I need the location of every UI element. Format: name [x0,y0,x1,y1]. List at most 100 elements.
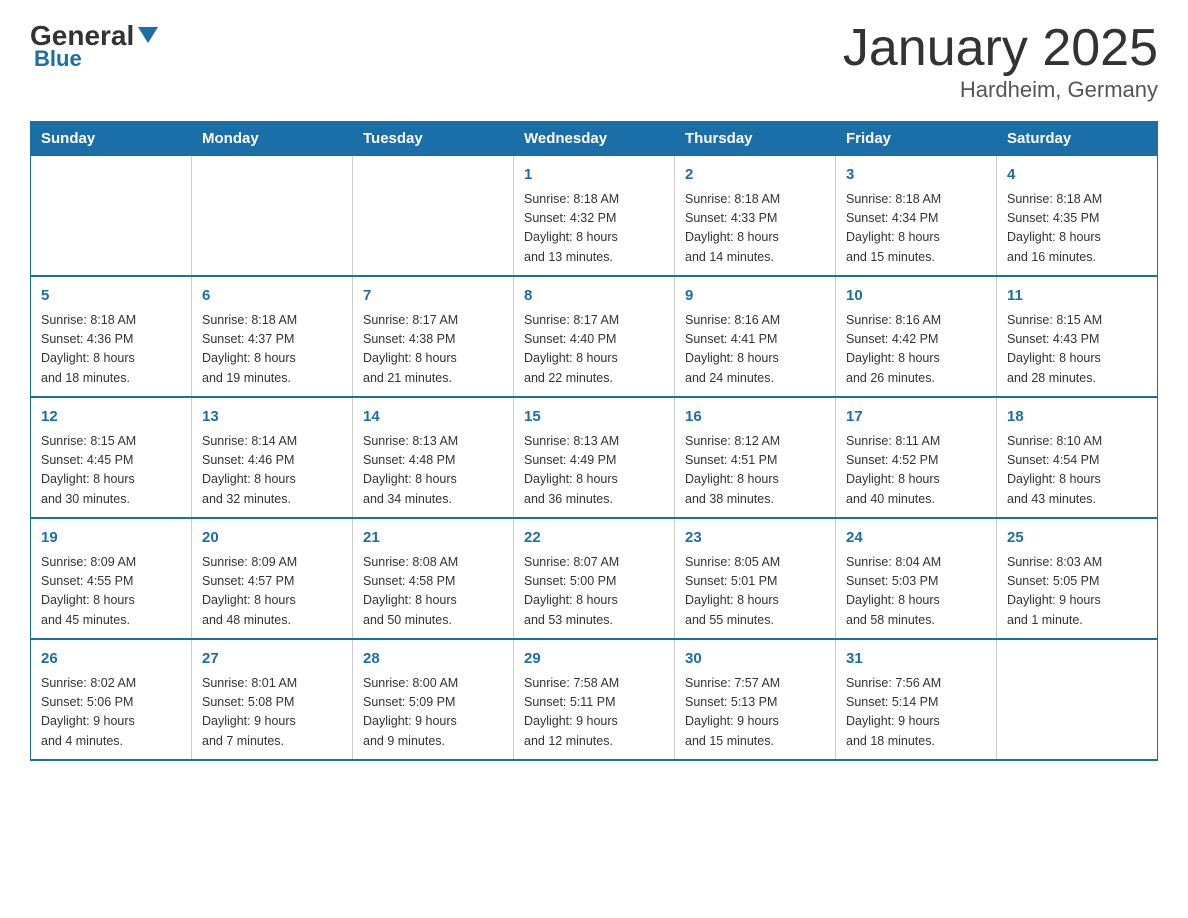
subtitle: Hardheim, Germany [843,77,1158,103]
calendar-cell: 6 Sunrise: 8:18 AM Sunset: 4:37 PM Daylig… [192,276,353,397]
col-header-sunday: Sunday [31,122,192,156]
day-number: 31 [846,648,986,671]
day-number: 5 [41,285,181,308]
calendar-cell: 4 Sunrise: 8:18 AM Sunset: 4:35 PM Daylig… [997,156,1158,277]
day-number: 8 [524,285,664,308]
calendar-cell [353,156,514,277]
calendar-cell: 7 Sunrise: 8:17 AM Sunset: 4:38 PM Daylig… [353,276,514,397]
calendar-cell: 2 Sunrise: 8:18 AM Sunset: 4:33 PM Daylig… [675,156,836,277]
day-number: 27 [202,648,342,671]
day-info: Sunrise: 8:05 AM Sunset: 5:01 PM Dayligh… [685,553,825,631]
day-info: Sunrise: 8:16 AM Sunset: 4:41 PM Dayligh… [685,311,825,389]
calendar-cell: 24 Sunrise: 8:04 AM Sunset: 5:03 PM Dayli… [836,518,997,639]
day-info: Sunrise: 8:13 AM Sunset: 4:48 PM Dayligh… [363,432,503,510]
day-info: Sunrise: 8:13 AM Sunset: 4:49 PM Dayligh… [524,432,664,510]
day-number: 3 [846,164,986,187]
day-info: Sunrise: 8:12 AM Sunset: 4:51 PM Dayligh… [685,432,825,510]
day-info: Sunrise: 8:18 AM Sunset: 4:32 PM Dayligh… [524,190,664,268]
day-info: Sunrise: 8:03 AM Sunset: 5:05 PM Dayligh… [1007,553,1147,631]
calendar-cell [31,156,192,277]
col-header-thursday: Thursday [675,122,836,156]
day-number: 23 [685,527,825,550]
day-info: Sunrise: 8:17 AM Sunset: 4:40 PM Dayligh… [524,311,664,389]
day-number: 17 [846,406,986,429]
calendar-cell: 16 Sunrise: 8:12 AM Sunset: 4:51 PM Dayli… [675,397,836,518]
calendar-cell: 28 Sunrise: 8:00 AM Sunset: 5:09 PM Dayli… [353,639,514,760]
calendar-cell: 20 Sunrise: 8:09 AM Sunset: 4:57 PM Dayli… [192,518,353,639]
day-number: 15 [524,406,664,429]
week-row-4: 19Sunrise: 8:09 AM Sunset: 4:55 PM Dayli… [31,518,1158,639]
day-number: 19 [41,527,181,550]
week-row-5: 26 Sunrise: 8:02 AM Sunset: 5:06 PM Dayli… [31,639,1158,760]
main-title: January 2025 [843,20,1158,77]
calendar-cell: 29Sunrise: 7:58 AM Sunset: 5:11 PM Dayli… [514,639,675,760]
day-number: 1 [524,164,664,187]
col-header-wednesday: Wednesday [514,122,675,156]
day-info: Sunrise: 8:18 AM Sunset: 4:33 PM Dayligh… [685,190,825,268]
calendar-cell: 9 Sunrise: 8:16 AM Sunset: 4:41 PM Daylig… [675,276,836,397]
calendar-cell: 23 Sunrise: 8:05 AM Sunset: 5:01 PM Dayli… [675,518,836,639]
calendar-cell: 19Sunrise: 8:09 AM Sunset: 4:55 PM Dayli… [31,518,192,639]
day-number: 10 [846,285,986,308]
day-number: 4 [1007,164,1147,187]
day-number: 21 [363,527,503,550]
day-info: Sunrise: 8:14 AM Sunset: 4:46 PM Dayligh… [202,432,342,510]
day-info: Sunrise: 8:09 AM Sunset: 4:57 PM Dayligh… [202,553,342,631]
logo-blue-text: Blue [34,46,82,72]
day-number: 29 [524,648,664,671]
day-info: Sunrise: 8:18 AM Sunset: 4:34 PM Dayligh… [846,190,986,268]
day-info: Sunrise: 8:18 AM Sunset: 4:35 PM Dayligh… [1007,190,1147,268]
day-number: 13 [202,406,342,429]
day-number: 22 [524,527,664,550]
col-header-saturday: Saturday [997,122,1158,156]
calendar-cell: 11 Sunrise: 8:15 AM Sunset: 4:43 PM Dayli… [997,276,1158,397]
calendar-cell: 22Sunrise: 8:07 AM Sunset: 5:00 PM Dayli… [514,518,675,639]
logo-area: General Blue [30,20,158,72]
day-number: 26 [41,648,181,671]
day-number: 24 [846,527,986,550]
col-header-friday: Friday [836,122,997,156]
day-number: 9 [685,285,825,308]
day-info: Sunrise: 7:57 AM Sunset: 5:13 PM Dayligh… [685,674,825,752]
day-info: Sunrise: 8:02 AM Sunset: 5:06 PM Dayligh… [41,674,181,752]
calendar-cell: 10 Sunrise: 8:16 AM Sunset: 4:42 PM Dayli… [836,276,997,397]
calendar-cell: 30Sunrise: 7:57 AM Sunset: 5:13 PM Dayli… [675,639,836,760]
day-info: Sunrise: 8:17 AM Sunset: 4:38 PM Dayligh… [363,311,503,389]
calendar-cell: 13 Sunrise: 8:14 AM Sunset: 4:46 PM Dayli… [192,397,353,518]
day-info: Sunrise: 8:15 AM Sunset: 4:43 PM Dayligh… [1007,311,1147,389]
day-number: 6 [202,285,342,308]
calendar-cell: 26 Sunrise: 8:02 AM Sunset: 5:06 PM Dayli… [31,639,192,760]
day-number: 7 [363,285,503,308]
calendar-cell: 8 Sunrise: 8:17 AM Sunset: 4:40 PM Daylig… [514,276,675,397]
day-number: 12 [41,406,181,429]
day-number: 28 [363,648,503,671]
calendar-cell: 25 Sunrise: 8:03 AM Sunset: 5:05 PM Dayli… [997,518,1158,639]
day-number: 14 [363,406,503,429]
day-info: Sunrise: 8:18 AM Sunset: 4:37 PM Dayligh… [202,311,342,389]
day-info: Sunrise: 8:04 AM Sunset: 5:03 PM Dayligh… [846,553,986,631]
day-info: Sunrise: 8:16 AM Sunset: 4:42 PM Dayligh… [846,311,986,389]
calendar-table: SundayMondayTuesdayWednesdayThursdayFrid… [30,121,1158,761]
day-info: Sunrise: 8:01 AM Sunset: 5:08 PM Dayligh… [202,674,342,752]
calendar-cell: 27 Sunrise: 8:01 AM Sunset: 5:08 PM Dayli… [192,639,353,760]
day-number: 2 [685,164,825,187]
day-info: Sunrise: 8:10 AM Sunset: 4:54 PM Dayligh… [1007,432,1147,510]
day-info: Sunrise: 7:56 AM Sunset: 5:14 PM Dayligh… [846,674,986,752]
logo-triangle-icon [138,27,158,43]
day-number: 25 [1007,527,1147,550]
calendar-cell: 21 Sunrise: 8:08 AM Sunset: 4:58 PM Dayli… [353,518,514,639]
day-number: 20 [202,527,342,550]
day-number: 16 [685,406,825,429]
day-info: Sunrise: 8:08 AM Sunset: 4:58 PM Dayligh… [363,553,503,631]
col-header-monday: Monday [192,122,353,156]
calendar-cell: 3 Sunrise: 8:18 AM Sunset: 4:34 PM Daylig… [836,156,997,277]
week-row-2: 5Sunrise: 8:18 AM Sunset: 4:36 PM Daylig… [31,276,1158,397]
day-info: Sunrise: 8:00 AM Sunset: 5:09 PM Dayligh… [363,674,503,752]
day-info: Sunrise: 8:15 AM Sunset: 4:45 PM Dayligh… [41,432,181,510]
week-row-3: 12 Sunrise: 8:15 AM Sunset: 4:45 PM Dayli… [31,397,1158,518]
calendar-cell: 1 Sunrise: 8:18 AM Sunset: 4:32 PM Daylig… [514,156,675,277]
day-number: 11 [1007,285,1147,308]
calendar-cell: 14 Sunrise: 8:13 AM Sunset: 4:48 PM Dayli… [353,397,514,518]
calendar-cell: 17Sunrise: 8:11 AM Sunset: 4:52 PM Dayli… [836,397,997,518]
calendar-cell: 12 Sunrise: 8:15 AM Sunset: 4:45 PM Dayli… [31,397,192,518]
